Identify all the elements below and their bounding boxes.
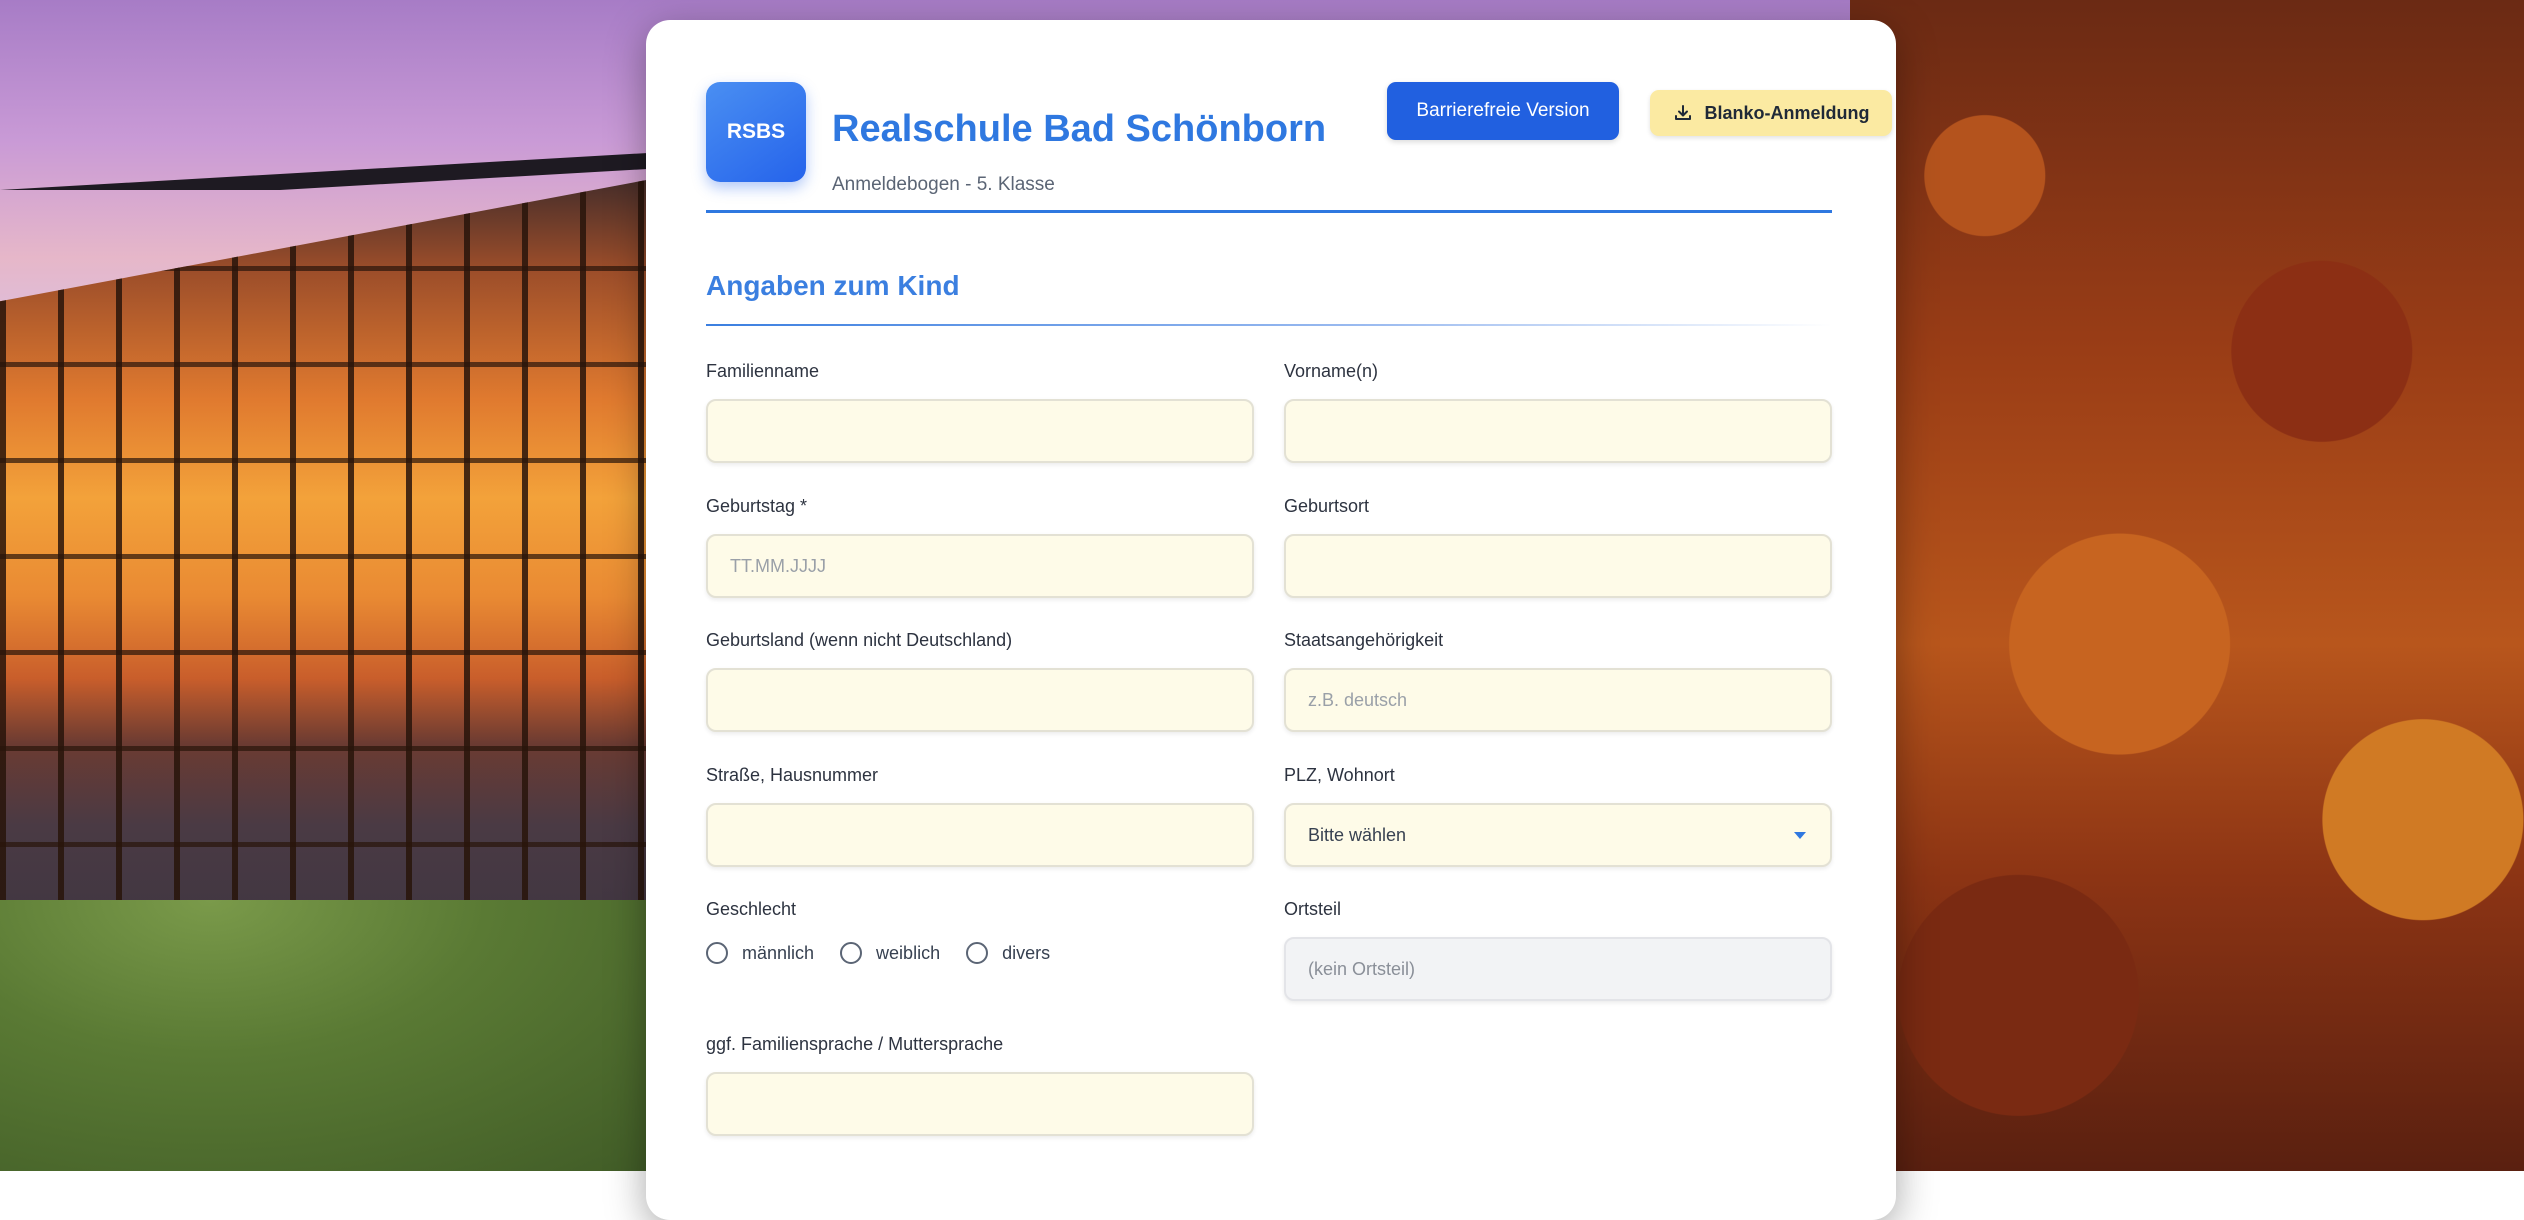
page-subtitle: Anmeldebogen - 5. Klasse [832, 174, 1055, 195]
radio-label: männlich [742, 942, 815, 963]
staatsangehoerigkeit-input[interactable]: z.B. deutsch [1284, 668, 1832, 732]
familiensprache-input[interactable] [706, 1072, 1254, 1136]
radio-label: divers [1002, 942, 1051, 963]
geburtsland-label: Geburtsland (wenn nicht Deutschland) [706, 630, 1013, 650]
field-vorname: Vorname(n) [1284, 361, 1832, 463]
section-title: Angaben zum Kind [706, 270, 960, 301]
staatsangehoerigkeit-label: Staatsangehörigkeit [1284, 630, 1444, 650]
geburtsland-input[interactable] [706, 668, 1254, 732]
strasse-label: Straße, Hausnummer [706, 765, 879, 785]
blank-registration-label: Blanko-Anmeldung [1704, 102, 1870, 123]
chevron-down-icon [1794, 832, 1806, 839]
field-geburtsland: Geburtsland (wenn nicht Deutschland) [706, 630, 1254, 732]
field-geburtsort: Geburtsort [1284, 496, 1832, 598]
radio-option-maennlich[interactable]: männlich [706, 942, 814, 964]
familiensprache-label: ggf. Familiensprache / Muttersprache [706, 1034, 1004, 1054]
field-staatsangehoerigkeit: Staatsangehörigkeit z.B. deutsch [1284, 630, 1832, 732]
ortsteil-placeholder: (kein Ortsteil) [1308, 958, 1416, 979]
ortsteil-input: (kein Ortsteil) [1284, 937, 1832, 1001]
download-icon [1673, 103, 1693, 123]
field-plz-wohnort: PLZ, Wohnort Bitte wählen [1284, 765, 1832, 867]
vorname-label: Vorname(n) [1284, 361, 1379, 381]
geburtsort-label: Geburtsort [1284, 496, 1370, 516]
radio-button[interactable] [966, 942, 989, 964]
field-familiensprache: ggf. Familiensprache / Muttersprache [706, 1034, 1254, 1136]
vorname-input[interactable] [1284, 399, 1832, 463]
page-title: Realschule Bad Schönborn [832, 108, 1327, 150]
form-card: RSBS Realschule Bad Schönborn Anmeldebog… [646, 20, 1896, 1220]
geschlecht-label: Geschlecht [706, 899, 797, 919]
ortsteil-label: Ortsteil [1284, 899, 1342, 919]
geburtsort-input[interactable] [1284, 534, 1832, 598]
plz-wohnort-label: PLZ, Wohnort [1284, 765, 1395, 785]
accessible-version-button[interactable]: Barrierefreie Version [1387, 82, 1619, 140]
school-building [0, 170, 700, 990]
radio-label: weiblich [876, 942, 941, 963]
section-divider [706, 324, 1832, 326]
school-logo: RSBS [706, 82, 806, 182]
header-divider [706, 210, 1832, 213]
field-geburtstag: Geburtstag * TT.MM.JJJJ [706, 496, 1254, 598]
field-ortsteil: Ortsteil (kein Ortsteil) [1284, 899, 1832, 1001]
staatsangehoerigkeit-placeholder: z.B. deutsch [1308, 689, 1408, 710]
field-geschlecht: Geschlecht männlich weiblich divers [706, 899, 1254, 964]
strasse-input[interactable] [706, 803, 1254, 867]
blank-registration-button[interactable]: Blanko-Anmeldung [1650, 90, 1892, 136]
geburtstag-label: Geburtstag * [706, 496, 808, 516]
radio-option-divers[interactable]: divers [966, 942, 1050, 964]
geburtstag-input[interactable]: TT.MM.JJJJ [706, 534, 1254, 598]
autumn-trees [1850, 0, 2524, 1171]
field-strasse: Straße, Hausnummer [706, 765, 1254, 867]
field-familienname: Familienname [706, 361, 1254, 463]
radio-button[interactable] [840, 942, 863, 964]
plz-wohnort-selected: Bitte wählen [1308, 824, 1407, 845]
familienname-input[interactable] [706, 399, 1254, 463]
familienname-label: Familienname [706, 361, 820, 381]
radio-button[interactable] [706, 942, 728, 964]
lawn [0, 900, 700, 1171]
geburtstag-placeholder: TT.MM.JJJJ [730, 555, 826, 576]
geschlecht-radio-group: männlich weiblich divers [706, 942, 1254, 964]
plz-wohnort-select[interactable]: Bitte wählen [1284, 803, 1832, 867]
radio-option-weiblich[interactable]: weiblich [840, 942, 940, 964]
